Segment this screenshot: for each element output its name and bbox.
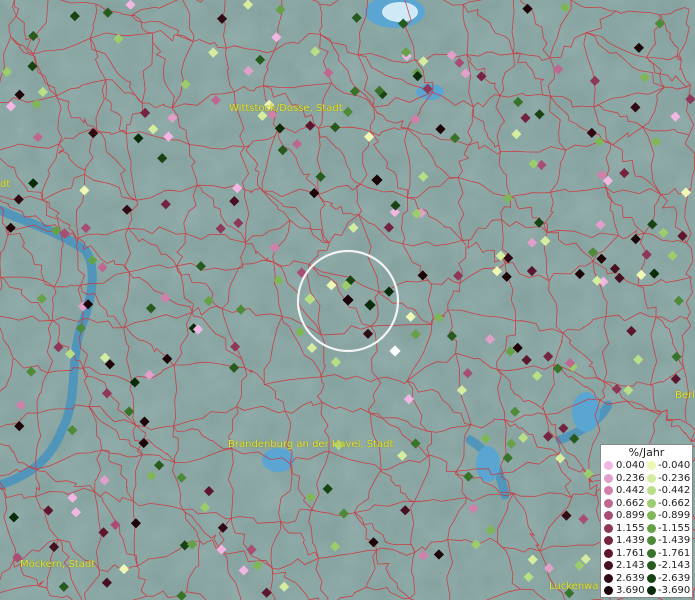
legend-value-negative: -1.155	[658, 522, 691, 534]
lake-highlight	[382, 2, 418, 22]
legend-swatch-negative	[647, 561, 656, 570]
legend-row: 0.662 -0.662	[601, 498, 694, 509]
legend-swatch-positive	[604, 498, 613, 508]
legend-title: %/Jahr	[628, 446, 665, 459]
legend-value-negative: -0.236	[658, 472, 691, 484]
place-label-moeckern[interactable]: Möckern, Stadt	[20, 559, 95, 570]
legend-value-positive: 1.155	[616, 522, 645, 534]
legend-swatch-negative	[647, 511, 656, 520]
legend-value-positive: 0.899	[616, 510, 645, 521]
legend-row: 1.439 -1.439	[601, 535, 694, 546]
legend-row: 0.899 -0.899	[601, 510, 694, 521]
legend-swatch-positive	[604, 523, 613, 533]
legend-row: 2.143 -2.143	[601, 560, 694, 571]
legend-swatch-positive	[604, 586, 613, 595]
legend-row: 0.236 -0.236	[601, 473, 694, 484]
legend-row: 2.639 -2.639	[601, 573, 694, 584]
legend-value-negative: -3.690	[658, 585, 691, 596]
legend-value-negative: -0.442	[658, 485, 691, 496]
lake	[572, 392, 600, 432]
legend-value-negative: -1.761	[658, 547, 691, 559]
legend-value-positive: 2.143	[616, 560, 645, 571]
place-label-wittstock[interactable]: Wittstock/Dosse, Stadt	[229, 103, 343, 114]
legend-swatch-negative	[647, 548, 656, 558]
legend-value-positive: 1.761	[616, 547, 645, 559]
place-label-brandenburg[interactable]: Brandenburg an der Havel, Stadt	[228, 439, 393, 450]
legend-value-negative: -0.899	[658, 510, 691, 521]
lake	[262, 448, 294, 472]
legend-swatch-negative	[647, 523, 656, 533]
legend-value-positive: 1.439	[616, 535, 645, 546]
legend-swatch-negative	[647, 536, 656, 545]
legend-value-negative: -0.040	[658, 460, 691, 471]
legend-row: 1.761 -1.761	[601, 548, 694, 559]
lake	[476, 446, 500, 482]
legend-value-positive: 0.662	[616, 497, 645, 509]
legend-swatch-positive	[604, 473, 613, 483]
place-label-berlin[interactable]: Berl	[675, 390, 695, 401]
legend-swatch-positive	[604, 561, 613, 570]
legend-swatch-positive	[604, 461, 613, 470]
legend-swatch-positive	[604, 548, 613, 558]
legend-row: 1.155 -1.155	[601, 523, 694, 534]
legend-value-positive: 3.690	[616, 585, 645, 596]
legend-swatch-negative	[647, 498, 656, 508]
legend-swatch-negative	[647, 461, 656, 470]
legend-value-negative: -0.662	[658, 497, 691, 509]
legend-row: 0.442 -0.442	[601, 485, 694, 496]
legend-swatch-positive	[604, 573, 613, 583]
legend-value-positive: 0.236	[616, 472, 645, 484]
legend-value-positive: 0.040	[616, 460, 645, 471]
map-canvas[interactable]	[0, 0, 695, 600]
legend-value-negative: -2.143	[658, 560, 691, 571]
legend-swatch-negative	[647, 573, 656, 583]
legend-row: 0.040 -0.040	[601, 460, 694, 471]
legend-swatch-negative	[647, 473, 656, 483]
legend: %/Jahr 0.040 -0.040 0.236 -0.236 0.442 -0.442…	[600, 444, 693, 598]
legend-swatch-positive	[604, 486, 613, 495]
legend-value-negative: -1.439	[658, 535, 691, 546]
legend-value-negative: -2.639	[658, 572, 691, 584]
legend-swatch-positive	[604, 511, 613, 520]
legend-value-positive: 0.442	[616, 485, 645, 496]
legend-swatch-negative	[647, 486, 656, 495]
legend-value-positive: 2.639	[616, 572, 645, 584]
legend-swatch-negative	[647, 586, 656, 595]
place-label-left-edge[interactable]: dt	[0, 179, 10, 190]
place-label-luckenwalde[interactable]: Luckenwa	[549, 581, 598, 592]
legend-row: 3.690 -3.690	[601, 585, 694, 596]
legend-swatch-positive	[604, 536, 613, 545]
